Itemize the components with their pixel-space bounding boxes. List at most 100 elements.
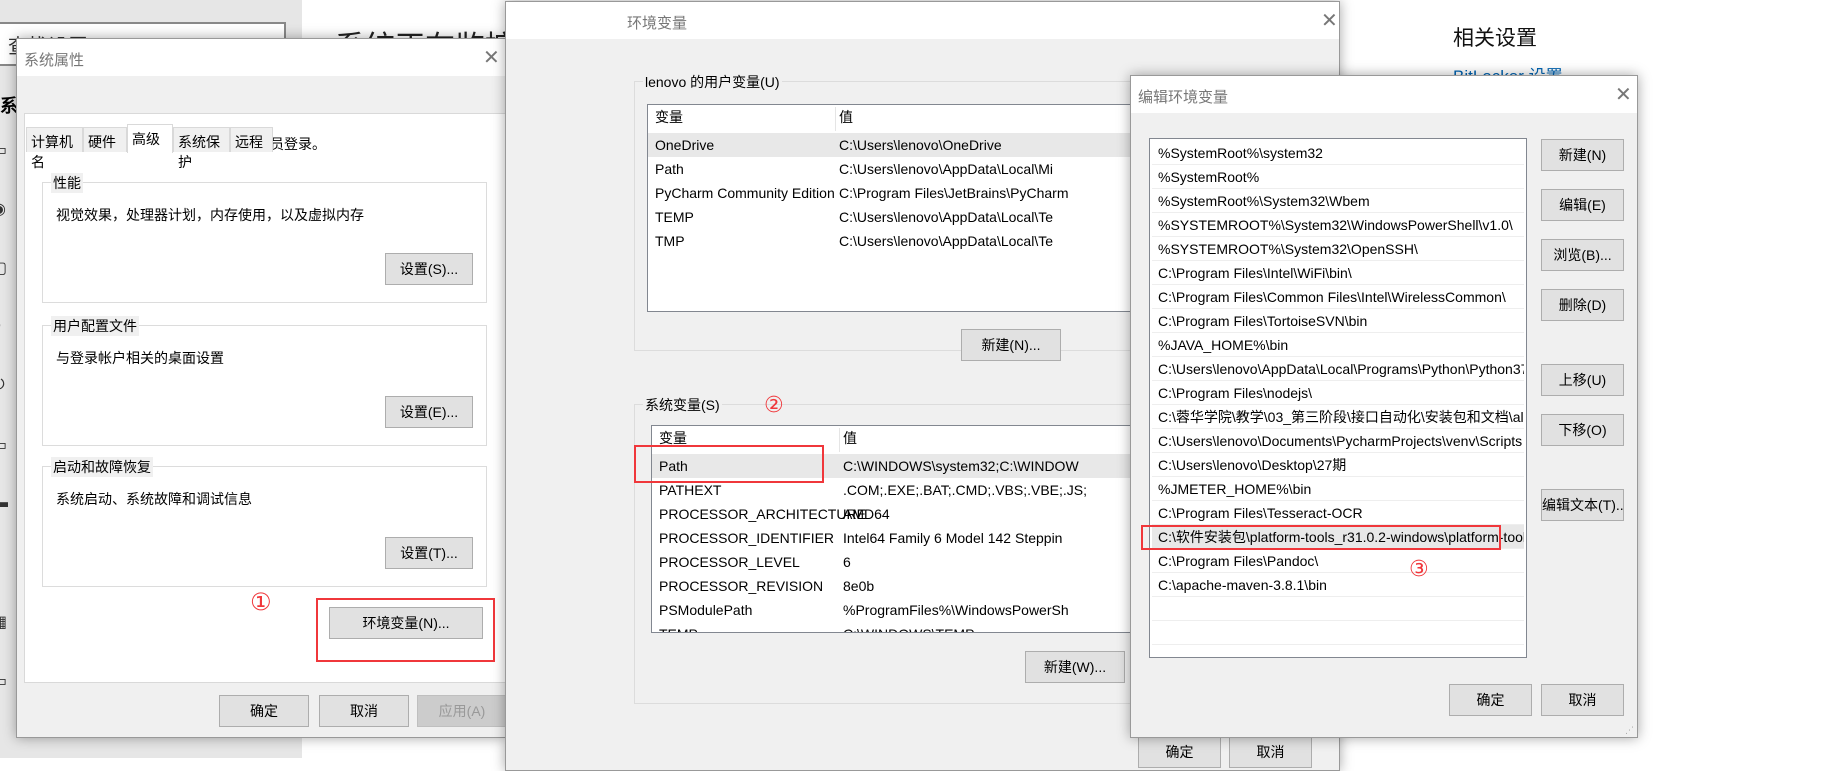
column-header-value[interactable]: 值	[843, 426, 857, 450]
path-entries-list[interactable]: %SystemRoot%\system32 %SystemRoot% %System…	[1149, 138, 1527, 658]
list-item[interactable]: %SYSTEMROOT%\System32\WindowsPowerShell\…	[1152, 213, 1524, 237]
list-item[interactable]: %SystemRoot%	[1152, 165, 1524, 189]
variable-value: C:\Users\lenovo\AppData\Local\Te	[839, 209, 1053, 225]
column-divider[interactable]	[839, 428, 840, 452]
variable-name: TEMP	[659, 622, 698, 632]
new-system-variable-button[interactable]: 新建(W)...	[1025, 651, 1125, 683]
variable-name: PATHEXT	[659, 482, 722, 498]
list-item[interactable]: C:\Program Files\Pandoc\	[1152, 549, 1524, 573]
step-marker-2: ②	[764, 392, 784, 417]
variable-value: 8e0b	[843, 578, 875, 594]
variable-value: C:\Users\lenovo\AppData\Local\Te	[839, 233, 1053, 249]
startup-recovery-settings-button[interactable]: 设置(T)...	[385, 537, 473, 569]
user-profiles-settings-button[interactable]: 设置(E)...	[385, 396, 473, 428]
column-header-variable[interactable]: 变量	[655, 105, 683, 129]
list-item[interactable]: %SYSTEMROOT%\System32\OpenSSH\	[1152, 237, 1524, 261]
list-item[interactable]: C:\Users\lenovo\Desktop\27期	[1152, 453, 1524, 477]
tab-system-protection[interactable]: 系统保护	[173, 127, 230, 170]
variable-name: PROCESSOR_ARCHITECTURE	[659, 506, 866, 522]
variable-value: AMD64	[843, 506, 890, 522]
list-item[interactable]: C:\Program Files\TortoiseSVN\bin	[1152, 309, 1524, 333]
performance-group: 性能视觉效果，处理器计划，内存使用，以及虚拟内存设置(S)...	[42, 173, 487, 303]
close-icon[interactable]: ✕	[1615, 82, 1632, 107]
close-icon[interactable]: ✕	[483, 45, 500, 70]
dialog-title: 环境变量	[627, 15, 688, 32]
cancel-button[interactable]: 取消	[1541, 684, 1624, 716]
performance-label: 性能	[51, 173, 83, 193]
user-variables-label: lenovo 的用户变量(U)	[643, 72, 782, 92]
variable-name: PyCharm Community Edition	[655, 185, 835, 201]
variable-name: Path	[659, 458, 688, 474]
variable-name: TEMP	[655, 209, 694, 225]
user-profiles-label: 用户配置文件	[51, 316, 139, 336]
list-item[interactable]: %SystemRoot%\system32	[1152, 141, 1524, 165]
edit-entry-button[interactable]: 编辑(E)	[1541, 189, 1624, 221]
performance-settings-button[interactable]: 设置(S)...	[385, 253, 473, 285]
variable-name: TMP	[655, 233, 685, 249]
browse-button[interactable]: 浏览(B)...	[1541, 239, 1624, 271]
list-item[interactable]: C:\apache-maven-3.8.1\bin	[1152, 573, 1524, 597]
list-item[interactable]	[1152, 621, 1524, 645]
edit-environment-variable-dialog: 编辑环境变量 ✕ %SystemRoot%\system32 %SystemRoo…	[1130, 75, 1638, 738]
title-bar: 系统属性 ✕	[17, 39, 505, 76]
startup-recovery-group: 启动和故障恢复 系统启动、系统故障和调试信息 设置(T)...	[42, 457, 487, 587]
dialog-title: 系统属性	[24, 52, 85, 69]
list-item[interactable]: %JAVA_HOME%\bin	[1152, 333, 1524, 357]
step-marker-1: ①	[250, 589, 272, 616]
delete-entry-button[interactable]: 删除(D)	[1541, 289, 1624, 321]
column-header-variable[interactable]: 变量	[659, 426, 687, 450]
title-bar: 环境变量 ✕	[506, 2, 1339, 39]
variable-value: .COM;.EXE;.BAT;.CMD;.VBS;.VBE;.JS;	[843, 482, 1088, 498]
list-item[interactable]: C:\Program Files\Intel\WiFi\bin\	[1152, 261, 1524, 285]
variable-name: OneDrive	[655, 137, 715, 153]
list-item[interactable]: C:\蓉华学院\教学\03_第三阶段\接口自动化\安装包和文档\allure-c…	[1152, 405, 1524, 429]
list-item[interactable]: C:\Users\lenovo\Documents\PycharmProject…	[1152, 429, 1524, 453]
dialog-title: 编辑环境变量	[1138, 89, 1229, 106]
variable-value: C:\Users\lenovo\AppData\Local\Mi	[839, 161, 1053, 177]
tab-hardware[interactable]: 硬件	[83, 127, 127, 152]
list-item[interactable]: C:\软件安装包\platform-tools_r31.0.2-windows\…	[1152, 525, 1524, 549]
ok-button[interactable]: 确定	[1138, 736, 1221, 768]
list-item[interactable]: %JMETER_HOME%\bin	[1152, 477, 1524, 501]
system-properties-dialog: 系统属性 ✕ 要进行大多数更改，你必须作为管理员登录。 ① 环境变量(N)...…	[16, 38, 507, 738]
variable-value: Intel64 Family 6 Model 142 Steppin	[843, 530, 1063, 546]
list-item[interactable]: C:\Program Files\Tesseract-OCR	[1152, 501, 1524, 525]
variable-value: C:\Users\lenovo\OneDrive	[839, 137, 1002, 153]
variable-name: PROCESSOR_REVISION	[659, 578, 824, 594]
new-entry-button[interactable]: 新建(N)	[1541, 139, 1624, 171]
move-up-button[interactable]: 上移(U)	[1541, 364, 1624, 396]
list-item[interactable]: C:\Program Files\nodejs\	[1152, 381, 1524, 405]
column-header-value[interactable]: 值	[839, 105, 853, 129]
variable-value: C:\Program Files\JetBrains\PyCharm	[839, 185, 1069, 201]
ok-button[interactable]: 确定	[219, 695, 309, 727]
tab-computer-name[interactable]: 计算机名	[26, 127, 83, 170]
startup-recovery-label: 启动和故障恢复	[51, 457, 153, 477]
environment-variables-button[interactable]: 环境变量(N)...	[329, 607, 483, 639]
move-down-button[interactable]: 下移(O)	[1541, 414, 1624, 446]
variable-value: C:\WINDOWS\TEMP	[843, 622, 974, 632]
cancel-button[interactable]: 取消	[319, 695, 409, 727]
tab-remote[interactable]: 远程	[230, 127, 273, 152]
list-item[interactable]: %SystemRoot%\System32\Wbem	[1152, 189, 1524, 213]
new-user-variable-button[interactable]: 新建(N)...	[961, 329, 1061, 361]
variable-name: PROCESSOR_LEVEL	[659, 554, 800, 570]
apply-button[interactable]: 应用(A)	[417, 695, 507, 727]
list-item[interactable]	[1152, 597, 1524, 621]
variable-value: %ProgramFiles%\WindowsPowerSh	[843, 602, 1069, 618]
cancel-button[interactable]: 取消	[1229, 736, 1312, 768]
variable-name: Path	[655, 161, 684, 177]
step-marker-3: ③	[1409, 556, 1429, 581]
ok-button[interactable]: 确定	[1449, 684, 1532, 716]
related-settings-heading: 相关设置	[1453, 27, 1537, 50]
system-variables-label: 系统变量(S)	[643, 395, 722, 415]
title-bar: 编辑环境变量 ✕	[1131, 76, 1637, 113]
list-item[interactable]: C:\Users\lenovo\AppData\Local\Programs\P…	[1152, 357, 1524, 381]
column-divider[interactable]	[835, 107, 836, 131]
resize-grip-icon[interactable]: ⋰	[1625, 725, 1634, 736]
close-icon[interactable]: ✕	[1321, 8, 1338, 33]
list-item[interactable]: C:\Program Files\Common Files\Intel\Wire…	[1152, 285, 1524, 309]
performance-description: 视觉效果，处理器计划，内存使用，以及虚拟内存	[56, 207, 364, 223]
tab-advanced[interactable]: 高级	[127, 124, 173, 153]
edit-text-button[interactable]: 编辑文本(T)...	[1541, 489, 1624, 521]
tab-panel-advanced: 要进行大多数更改，你必须作为管理员登录。 ① 环境变量(N)... 性能视觉效果…	[24, 113, 507, 683]
